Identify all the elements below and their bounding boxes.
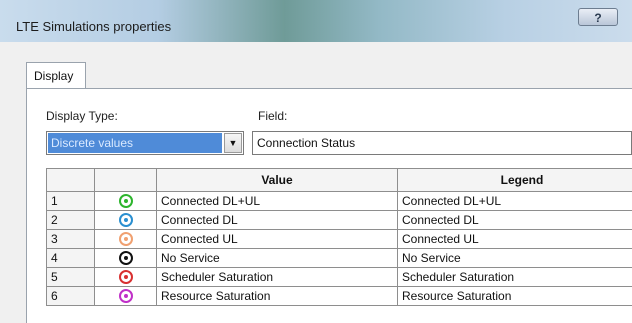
legend-cell[interactable]: Scheduler Saturation bbox=[397, 267, 632, 287]
window-title: LTE Simulations properties bbox=[16, 19, 172, 34]
value-cell[interactable]: No Service bbox=[156, 248, 398, 268]
value-cell[interactable]: Connected UL bbox=[156, 229, 398, 249]
header-symbol bbox=[94, 168, 157, 192]
legend-cell[interactable]: Connected UL bbox=[397, 229, 632, 249]
value-cell[interactable]: Connected DL bbox=[156, 210, 398, 230]
row-number[interactable]: 3 bbox=[46, 229, 95, 249]
row-number[interactable]: 5 bbox=[46, 267, 95, 287]
symbol-cell[interactable] bbox=[94, 191, 157, 211]
symbol-cell[interactable] bbox=[94, 229, 157, 249]
symbol-cell[interactable] bbox=[94, 248, 157, 268]
header-value[interactable]: Value bbox=[156, 168, 398, 192]
values-grid: Value Legend 1 Connected DL+UL Connected D… bbox=[46, 168, 632, 306]
tab-display[interactable]: Display bbox=[26, 62, 86, 88]
field-value: Connection Status bbox=[257, 136, 356, 150]
table-row[interactable]: 3 Connected UL Connected UL bbox=[46, 229, 632, 249]
row-number[interactable]: 6 bbox=[46, 286, 95, 306]
scheduler-saturation-icon bbox=[118, 270, 133, 285]
table-row[interactable]: 5 Scheduler Saturation Scheduler Saturatio… bbox=[46, 267, 632, 287]
legend-cell[interactable]: Connected DL bbox=[397, 210, 632, 230]
connected-ul-icon bbox=[118, 232, 133, 247]
row-number[interactable]: 2 bbox=[46, 210, 95, 230]
resource-saturation-icon bbox=[118, 289, 133, 304]
legend-cell[interactable]: No Service bbox=[397, 248, 632, 268]
field-select[interactable]: Connection Status bbox=[252, 131, 632, 155]
header-legend[interactable]: Legend bbox=[397, 168, 632, 192]
value-cell[interactable]: Resource Saturation bbox=[156, 286, 398, 306]
no-service-icon bbox=[118, 251, 133, 266]
value-cell[interactable]: Scheduler Saturation bbox=[156, 267, 398, 287]
table-row[interactable]: 2 Connected DL Connected DL bbox=[46, 210, 632, 230]
row-number[interactable]: 4 bbox=[46, 248, 95, 268]
display-type-value: Discrete values bbox=[51, 136, 134, 150]
grid-header-row: Value Legend bbox=[46, 168, 632, 192]
help-button[interactable]: ? bbox=[578, 8, 618, 26]
symbol-cell[interactable] bbox=[94, 210, 157, 230]
symbol-cell[interactable] bbox=[94, 286, 157, 306]
chevron-down-icon[interactable]: ▼ bbox=[224, 133, 242, 153]
connected-dl-icon bbox=[118, 213, 133, 228]
table-row[interactable]: 1 Connected DL+UL Connected DL+UL bbox=[46, 191, 632, 211]
header-row-number bbox=[46, 168, 95, 192]
value-cell[interactable]: Connected DL+UL bbox=[156, 191, 398, 211]
field-label: Field: bbox=[258, 109, 288, 123]
title-bar[interactable]: LTE Simulations properties ? bbox=[0, 0, 632, 42]
legend-cell[interactable]: Resource Saturation bbox=[397, 286, 632, 306]
properties-window: LTE Simulations properties ? Display Dis… bbox=[0, 0, 632, 323]
row-number[interactable]: 1 bbox=[46, 191, 95, 211]
table-row[interactable]: 4 No Service No Service bbox=[46, 248, 632, 268]
display-type-select[interactable]: Discrete values ▼ bbox=[46, 131, 244, 155]
table-row[interactable]: 6 Resource Saturation Resource Saturation bbox=[46, 286, 632, 306]
symbol-cell[interactable] bbox=[94, 267, 157, 287]
connected-dl-ul-icon bbox=[118, 194, 133, 209]
legend-cell[interactable]: Connected DL+UL bbox=[397, 191, 632, 211]
display-type-label: Display Type: bbox=[46, 109, 118, 123]
